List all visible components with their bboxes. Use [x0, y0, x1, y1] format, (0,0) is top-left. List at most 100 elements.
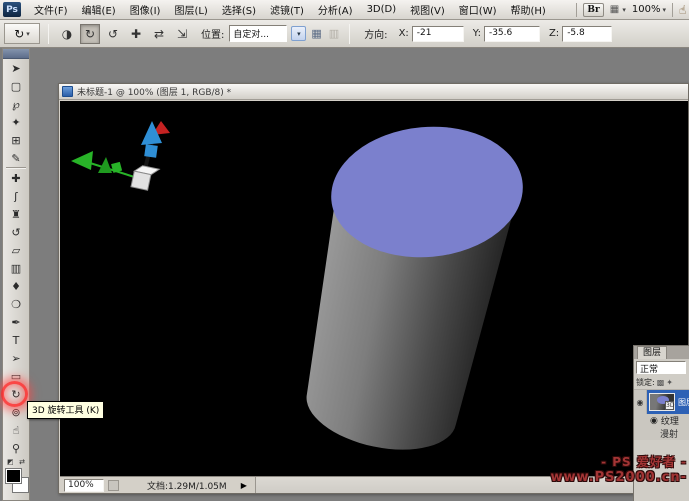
tool-hand[interactable]: ☝	[3, 421, 29, 439]
return-home-button[interactable]: ◑	[57, 24, 77, 44]
cylinder-3d-object[interactable]	[287, 119, 529, 465]
layer-name[interactable]: 图层 1	[678, 397, 689, 408]
mode-rotate-button[interactable]: ↻	[80, 24, 100, 44]
tool-tooltip: 3D 旋转工具 (K)	[27, 401, 104, 419]
type-icon: T	[13, 334, 20, 347]
center-cube[interactable]	[131, 164, 159, 191]
menu-item-view[interactable]: 视图(V)	[403, 0, 452, 19]
tool-dodge[interactable]: ❍	[3, 295, 29, 313]
bridge-button[interactable]: Br	[583, 3, 603, 17]
y-axis-cube[interactable]	[144, 144, 158, 158]
scratch-sizes-icon	[108, 480, 119, 491]
y-orientation-field[interactable]: -35.6	[484, 26, 540, 42]
lock-pixels-icon[interactable]: ✦	[666, 378, 673, 387]
menu-bar: Ps 文件(F) 编辑(E) 图像(I) 图层(L) 选择(S) 滤镜(T) 分…	[0, 0, 689, 20]
tool-type[interactable]: T	[3, 331, 29, 349]
foreground-color-swatch[interactable]	[6, 469, 21, 483]
x-label: X:	[399, 28, 409, 39]
swap-colors-icon[interactable]: ⇄	[19, 458, 25, 466]
document-icon	[62, 86, 73, 97]
tool-history-brush[interactable]: ↺	[3, 223, 29, 241]
tool-spot-healing[interactable]: ✚	[3, 169, 29, 187]
mode-scale-button[interactable]: ⇲	[172, 24, 192, 44]
options-separator	[48, 24, 49, 44]
view-extras-button[interactable]: ▦ ▾	[610, 4, 626, 15]
gradient-icon: ▥	[11, 262, 21, 275]
clone-stamp-icon: ♜	[11, 208, 21, 221]
menu-item-3d[interactable]: 3D(D)	[360, 0, 404, 19]
zoom-icon: ⚲	[12, 442, 20, 455]
tool-path-selection[interactable]: ➢	[3, 349, 29, 367]
texture-group-row[interactable]: ◉ 纹理	[634, 414, 689, 427]
lock-transparent-icon[interactable]: ▩	[657, 378, 665, 387]
mode-pan-button[interactable]: ✚	[126, 24, 146, 44]
position-select[interactable]: 自定对...	[229, 25, 287, 42]
lasso-icon: ℘	[12, 98, 20, 111]
visibility-eye-icon[interactable]: ◉	[650, 416, 658, 426]
z-orientation-field[interactable]: -5.8	[562, 26, 612, 42]
history-brush-icon: ↺	[11, 226, 20, 239]
chevron-down-icon: ▾	[662, 6, 666, 14]
tools-panel-header[interactable]	[3, 49, 29, 59]
position-label: 位置:	[201, 26, 224, 41]
brush-icon: ʃ	[14, 190, 18, 203]
eyedropper-icon: ✎	[11, 152, 20, 165]
tool-quick-selection[interactable]: ✦	[3, 113, 29, 131]
save-view-icon[interactable]: ▦	[311, 27, 321, 40]
status-zoom-field[interactable]: 100%	[64, 479, 104, 492]
tool-move[interactable]: ➤	[3, 59, 29, 77]
menu-item-analysis[interactable]: 分析(A)	[311, 0, 360, 19]
mode-slide-button[interactable]: ⇄	[149, 24, 169, 44]
move-icon: ➤	[11, 62, 20, 75]
menu-item-window[interactable]: 窗口(W)	[452, 0, 504, 19]
texture-item-row[interactable]: 漫射	[634, 427, 689, 440]
tool-brush[interactable]: ʃ	[3, 187, 29, 205]
3d-axis-widget[interactable]	[71, 121, 170, 192]
tab-layers[interactable]: 图层	[637, 346, 667, 359]
layer-row[interactable]: ◉ 3D 图层 1	[634, 390, 689, 414]
app-zoom-control[interactable]: 100% ▾	[632, 4, 666, 15]
quick-selection-icon: ✦	[11, 116, 20, 129]
visibility-eye-icon[interactable]: ◉	[634, 390, 647, 414]
tool-gradient[interactable]: ▥	[3, 259, 29, 277]
tool-pen[interactable]: ✒	[3, 313, 29, 331]
tool-crop[interactable]: ⊞	[3, 131, 29, 149]
menu-item-select[interactable]: 选择(S)	[215, 0, 263, 19]
tool-clone-stamp[interactable]: ♜	[3, 205, 29, 223]
menu-item-file[interactable]: 文件(F)	[27, 0, 75, 19]
chevron-down-icon[interactable]: ▾	[291, 26, 306, 41]
canvas[interactable]	[60, 101, 688, 476]
zoom-level-value: 100%	[632, 4, 661, 15]
watermark: - PS 爱好者 - www.PS2000.cn-	[550, 455, 687, 486]
3d-scene	[60, 101, 688, 476]
menu-item-edit[interactable]: 编辑(E)	[75, 0, 123, 19]
tool-marquee[interactable]: ▢	[3, 77, 29, 95]
tool-lasso[interactable]: ℘	[3, 95, 29, 113]
menu-item-help[interactable]: 帮助(H)	[504, 0, 553, 19]
tool-blur[interactable]: ♦	[3, 277, 29, 295]
menu-item-image[interactable]: 图像(I)	[123, 0, 168, 19]
3d-orbit-icon: ⊚	[11, 406, 20, 419]
hand-icon: ☝	[13, 424, 20, 437]
mode-roll-button[interactable]: ↺	[103, 24, 123, 44]
tool-preset-picker[interactable]: ↻ ▾	[4, 23, 40, 44]
lock-label: 锁定:	[636, 377, 655, 388]
document-title-bar[interactable]: 未标题-1 @ 100% (图层 1, RGB/8) *	[59, 84, 688, 100]
watermark-line2: www.PS2000.cn-	[550, 470, 687, 486]
layer-thumbnail[interactable]: 3D	[649, 393, 675, 411]
tools-panel: ➤ ▢ ℘ ✦ ⊞ ✎ ✚ ʃ ♜ ↺ ▱ ▥ ♦ ❍ ✒ T ➢ ▭ ↻ ⊚ …	[2, 48, 30, 501]
status-menu-arrow-icon[interactable]: ▶	[241, 481, 247, 490]
tool-eyedropper[interactable]: ✎	[3, 149, 29, 167]
menu-item-layer[interactable]: 图层(L)	[167, 0, 214, 19]
default-colors-icon[interactable]: ◩	[7, 458, 14, 466]
blend-mode-select[interactable]: 正常	[636, 361, 686, 374]
menu-item-filter[interactable]: 滤镜(T)	[263, 0, 311, 19]
tool-zoom[interactable]: ⚲	[3, 439, 29, 457]
eraser-icon: ▱	[12, 244, 20, 257]
tool-eraser[interactable]: ▱	[3, 241, 29, 259]
hand-tool-icon[interactable]: ☝	[679, 3, 689, 17]
document-size-info: 文档:1.29M/1.05M	[147, 479, 227, 492]
red-highlight-circle	[1, 381, 28, 407]
x-axis-arrow[interactable]	[71, 151, 93, 170]
x-orientation-field[interactable]: -21	[412, 26, 464, 42]
